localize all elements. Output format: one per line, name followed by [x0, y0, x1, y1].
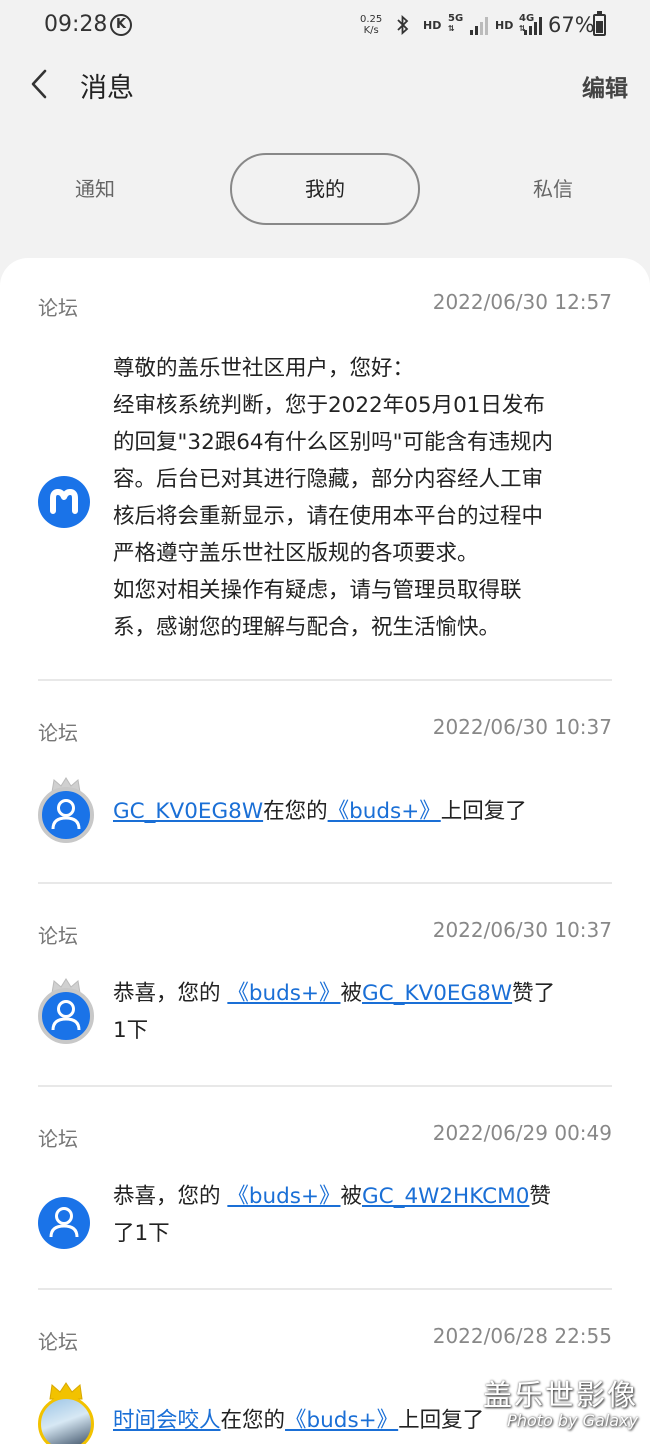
post-link[interactable]: 《buds+》 — [227, 1184, 340, 1209]
message-text: 尊敬的盖乐世社区用户，您好： 经审核系统判断，您于2022年05月01日发布 的… — [113, 356, 553, 640]
user-icon[interactable] — [38, 787, 94, 843]
back-button[interactable] — [26, 68, 58, 100]
network-speed-value: 0.25 — [360, 14, 383, 25]
photo-avatar[interactable] — [38, 1396, 94, 1444]
user-icon[interactable] — [38, 1197, 90, 1249]
divider — [38, 679, 612, 681]
signal-icon-2 — [524, 17, 542, 35]
message-category: 论坛 — [38, 721, 78, 745]
post-link[interactable]: 《buds+》 — [285, 1408, 398, 1433]
network-type-5g: 5G ⇅ — [448, 13, 464, 34]
message-text: 恭喜，您的 《buds+》被GC_KV0EG8W赞了 1下 — [113, 981, 556, 1043]
divider — [38, 1085, 612, 1087]
post-link[interactable]: 《buds+》 — [227, 981, 340, 1006]
app-bar: 消息 编辑 — [0, 54, 650, 114]
watermark-subtitle: Photo by Galaxy — [507, 1411, 638, 1430]
network-speed: 0.25 K/s — [360, 14, 382, 36]
watermark-title: 盖乐世影像 — [482, 1378, 638, 1412]
message-time: 2022/06/29 00:49 — [432, 1121, 612, 1145]
divider — [38, 1288, 612, 1290]
message-time: 2022/06/28 22:55 — [432, 1324, 612, 1348]
message-list: 论坛 2022/06/30 12:57 尊敬的盖乐世社区用户，您好： 经审核系统… — [0, 258, 650, 1444]
message-category: 论坛 — [38, 296, 78, 320]
user-link[interactable]: GC_KV0EG8W — [362, 981, 512, 1006]
message-category: 论坛 — [38, 1330, 78, 1354]
hd-voice-icon: HD — [423, 19, 442, 32]
page-title: 消息 — [80, 73, 134, 104]
m-icon[interactable] — [38, 476, 90, 528]
user-link[interactable]: 时间会咬人 — [113, 1408, 221, 1433]
status-time: 09:28 — [44, 12, 108, 37]
user-link[interactable]: GC_4W2HKCM0 — [362, 1184, 529, 1209]
hd-voice-icon-2: HD — [495, 19, 514, 32]
tab-mine[interactable]: 我的 — [230, 153, 420, 225]
network-speed-unit: K/s — [363, 25, 379, 36]
message-category: 论坛 — [38, 1127, 78, 1151]
battery-icon — [593, 11, 606, 36]
divider — [38, 882, 612, 884]
signal-icon — [470, 17, 488, 35]
back-arrow-icon — [31, 69, 47, 99]
tab-private-messages[interactable]: 私信 — [503, 153, 603, 225]
message-time: 2022/06/30 12:57 — [432, 290, 612, 314]
edit-button[interactable]: 编辑 — [582, 69, 628, 103]
watermark: 盖乐世影像 Photo by Galaxy — [483, 1378, 638, 1430]
message-time: 2022/06/30 10:37 — [432, 715, 612, 739]
message-category: 论坛 — [38, 924, 78, 948]
message-text: GC_KV0EG8W在您的《buds+》上回复了 — [113, 799, 527, 824]
status-bar: 09:28 K 0.25 K/s HD 5G ⇅ HD 4G ⇅ 67% — [0, 0, 650, 54]
bluetooth-icon — [396, 14, 410, 40]
battery-percent: 67% — [548, 13, 595, 37]
message-time: 2022/06/30 10:37 — [432, 918, 612, 942]
tab-bar: 通知 我的 私信 — [0, 153, 650, 225]
user-icon[interactable] — [38, 988, 94, 1044]
user-link[interactable]: GC_KV0EG8W — [113, 799, 263, 824]
message-text: 恭喜，您的 《buds+》被GC_4W2HKCM0赞 了1下 — [113, 1184, 551, 1246]
post-link[interactable]: 《buds+》 — [328, 799, 441, 824]
tab-notifications[interactable]: 通知 — [45, 153, 145, 225]
k-badge-icon: K — [110, 14, 132, 36]
